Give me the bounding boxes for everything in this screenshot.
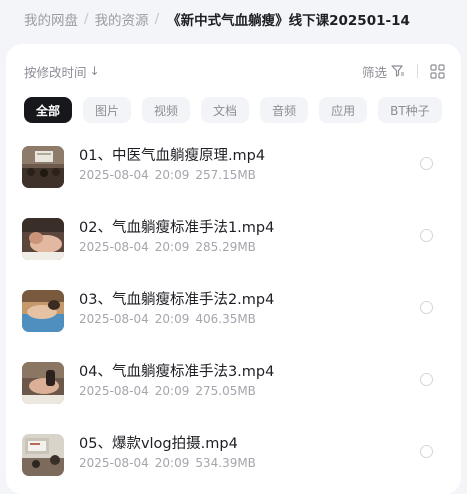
file-row[interactable]: 04、气血躺瘦标准手法3.mp4 2025-08-04 20:09 275.05MB xyxy=(6,350,461,422)
chip-bt-torrents[interactable]: BT种子 xyxy=(378,97,442,123)
file-date: 2025-08-04 xyxy=(79,240,149,254)
file-size: 406.35MB xyxy=(195,312,256,326)
file-name: 05、爆款vlog拍摄.mp4 xyxy=(79,436,238,452)
file-type-filter-chips: 全部 图片 视频 文档 音频 应用 BT种子 xyxy=(24,97,442,123)
video-thumbnail xyxy=(22,146,64,188)
file-time: 20:09 xyxy=(154,456,190,470)
chip-all[interactable]: 全部 xyxy=(24,97,73,123)
breadcrumb-separator: / xyxy=(154,11,160,27)
sort-direction-icon[interactable]: ↓ xyxy=(90,64,100,78)
select-radio[interactable] xyxy=(420,445,433,458)
breadcrumb: 我的网盘 / 我的资源 / 《新中式气血躺瘦》线下课202501-14 xyxy=(24,8,467,30)
select-radio[interactable] xyxy=(420,373,433,386)
file-time: 20:09 xyxy=(154,312,190,326)
file-time: 20:09 xyxy=(154,240,190,254)
breadcrumb-current-folder: 《新中式气血躺瘦》线下课202501-14 xyxy=(167,13,410,29)
file-size: 285.29MB xyxy=(195,240,256,254)
video-thumbnail xyxy=(22,362,64,404)
breadcrumb-item-my-disk[interactable]: 我的网盘 xyxy=(24,9,78,29)
filter-label: 筛选 xyxy=(361,64,387,80)
file-date: 2025-08-04 xyxy=(79,456,149,470)
file-name: 02、气血躺瘦标准手法1.mp4 xyxy=(79,220,275,236)
file-size: 275.05MB xyxy=(195,384,256,398)
file-panel: 按修改时间 ↓ 筛选 全部 图片 视频 文档 音频 应用 BT种子 01、中医气… xyxy=(6,44,461,494)
video-thumbnail xyxy=(22,290,64,332)
sort-toolbar: 按修改时间 ↓ 筛选 xyxy=(24,60,445,82)
file-time: 20:09 xyxy=(154,384,190,398)
chip-videos[interactable]: 视频 xyxy=(142,97,191,123)
filter-icon xyxy=(391,65,404,77)
file-row[interactable]: 02、气血躺瘦标准手法1.mp4 2025-08-04 20:09 285.29MB xyxy=(6,206,461,278)
file-row[interactable]: 03、气血躺瘦标准手法2.mp4 2025-08-04 20:09 406.35MB xyxy=(6,278,461,350)
file-meta: 2025-08-04 20:09 406.35MB xyxy=(79,312,256,326)
file-name: 03、气血躺瘦标准手法2.mp4 xyxy=(79,292,275,308)
file-name: 01、中医气血躺瘦原理.mp4 xyxy=(79,148,266,164)
file-row[interactable]: 01、中医气血躺瘦原理.mp4 2025-08-04 20:09 257.15MB xyxy=(6,134,461,206)
chip-audio[interactable]: 音频 xyxy=(260,97,309,123)
file-row[interactable]: 05、爆款vlog拍摄.mp4 2025-08-04 20:09 534.39MB xyxy=(6,422,461,494)
breadcrumb-item-my-resources[interactable]: 我的资源 xyxy=(95,9,149,29)
file-size: 257.15MB xyxy=(195,168,256,182)
chip-apps[interactable]: 应用 xyxy=(319,97,368,123)
file-meta: 2025-08-04 20:09 285.29MB xyxy=(79,240,256,254)
file-name: 04、气血躺瘦标准手法3.mp4 xyxy=(79,364,275,380)
sort-button[interactable]: 按修改时间 xyxy=(24,62,87,81)
grid-view-icon[interactable] xyxy=(430,63,445,79)
file-meta: 2025-08-04 20:09 275.05MB xyxy=(79,384,256,398)
file-date: 2025-08-04 xyxy=(79,168,149,182)
chip-documents[interactable]: 文档 xyxy=(201,97,250,123)
video-thumbnail xyxy=(22,434,64,476)
file-date: 2025-08-04 xyxy=(79,312,149,326)
toolbar-divider xyxy=(417,64,418,78)
video-thumbnail xyxy=(22,218,64,260)
select-radio[interactable] xyxy=(420,301,433,314)
file-meta: 2025-08-04 20:09 534.39MB xyxy=(79,456,256,470)
breadcrumb-separator: / xyxy=(84,11,89,27)
select-radio[interactable] xyxy=(420,229,433,242)
file-size: 534.39MB xyxy=(195,456,256,470)
file-time: 20:09 xyxy=(154,168,190,182)
chip-images[interactable]: 图片 xyxy=(83,97,132,123)
select-radio[interactable] xyxy=(420,157,433,170)
filter-button[interactable]: 筛选 xyxy=(362,62,405,81)
file-date: 2025-08-04 xyxy=(79,384,149,398)
file-meta: 2025-08-04 20:09 257.15MB xyxy=(79,168,256,182)
